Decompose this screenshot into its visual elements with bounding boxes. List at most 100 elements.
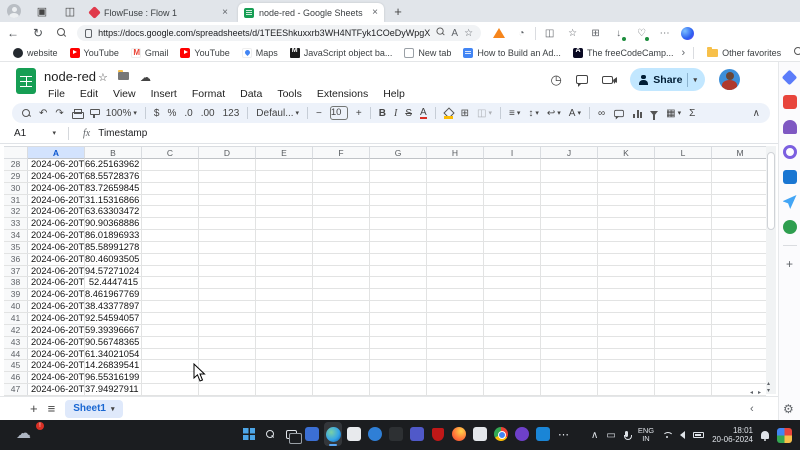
comments-icon[interactable] xyxy=(576,72,588,87)
row-header-43[interactable]: 43 xyxy=(4,337,28,348)
empty-cells[interactable] xyxy=(142,313,766,324)
bookmark-new-tab[interactable]: New tab xyxy=(399,48,456,58)
cell-b28[interactable]: 66.25163962 xyxy=(85,159,142,170)
desktop-app-icon[interactable] xyxy=(303,422,321,446)
empty-cells[interactable] xyxy=(142,384,766,395)
empty-cells[interactable] xyxy=(142,266,766,277)
sheet-tab-sheet1[interactable]: Sheet1 ▾ xyxy=(65,400,122,418)
cell-b44[interactable]: 61.34021054 xyxy=(85,349,142,360)
row-header-30[interactable]: 30 xyxy=(4,183,28,194)
empty-cells[interactable] xyxy=(142,372,766,383)
column-header-m[interactable]: M xyxy=(712,146,766,159)
cell-b38[interactable]: 52.4447415 xyxy=(85,277,142,288)
clock[interactable]: 18:0120-06-2024 xyxy=(712,426,753,444)
tray-device-icon[interactable]: ▭ xyxy=(606,430,615,441)
edge-icon[interactable] xyxy=(324,422,342,446)
teams-icon[interactable] xyxy=(408,422,426,446)
read-aloud-icon[interactable]: A xyxy=(451,28,458,39)
cell-b40[interactable]: 38.43377897 xyxy=(85,301,142,312)
undo-button[interactable]: ↶ xyxy=(39,108,47,119)
wifi-icon[interactable] xyxy=(662,432,672,439)
row-header-32[interactable]: 32 xyxy=(4,206,28,217)
user-avatar[interactable] xyxy=(719,69,740,90)
menu-edit[interactable]: Edit xyxy=(74,87,104,101)
formula-input[interactable]: Timestamp xyxy=(98,128,147,139)
empty-cells[interactable] xyxy=(142,195,766,206)
cell-b37[interactable]: 94.57271024 xyxy=(85,266,142,277)
text-rotation-button[interactable]: A▾ xyxy=(569,108,581,119)
cell-a36[interactable]: 2024-06-20T12:2 xyxy=(28,254,85,265)
rewards-icon[interactable] xyxy=(366,422,384,446)
cell-a38[interactable]: 2024-06-20T12:2 xyxy=(28,277,85,288)
store-icon[interactable] xyxy=(345,422,363,446)
url-field[interactable]: https://docs.google.com/spreadsheets/d/1… xyxy=(77,25,481,41)
empty-cells[interactable] xyxy=(142,277,766,288)
column-header-g[interactable]: G xyxy=(370,146,427,159)
cell-b33[interactable]: 90.90368886 xyxy=(85,218,142,229)
bookmark-the-freecodecamp[interactable]: The freeCodeCamp... xyxy=(568,48,679,58)
metamask-extension-icon[interactable] xyxy=(491,26,506,41)
menu-data[interactable]: Data xyxy=(234,87,268,101)
insert-chart-button[interactable] xyxy=(633,109,642,118)
zoom-out-icon[interactable] xyxy=(436,27,445,39)
empty-cells[interactable] xyxy=(142,183,766,194)
tab-actions-icon[interactable]: ◫ xyxy=(62,3,78,19)
taskbar-more-icon[interactable]: ⋯ xyxy=(555,422,573,446)
menu-help[interactable]: Help xyxy=(377,87,411,101)
meet-video-icon[interactable]: ▾ xyxy=(602,72,617,87)
scroll-down-icon[interactable]: ▾ xyxy=(767,388,770,394)
merge-cells-button[interactable]: ◫▾ xyxy=(477,108,492,119)
sidebar-add-icon[interactable]: + xyxy=(786,257,793,271)
empty-cells[interactable] xyxy=(142,159,766,170)
bookmarks-overflow-icon[interactable]: › xyxy=(681,47,685,59)
empty-cells[interactable] xyxy=(142,337,766,348)
workspaces-icon[interactable]: ▣ xyxy=(34,3,50,19)
bookmark-website[interactable]: website xyxy=(8,48,63,58)
bold-button[interactable]: B xyxy=(379,108,386,119)
mcafee-icon[interactable] xyxy=(429,422,447,446)
cell-b32[interactable]: 63.63303472 xyxy=(85,206,142,217)
url-text[interactable]: https://docs.google.com/spreadsheets/d/1… xyxy=(98,28,430,38)
split-screen-icon[interactable]: ◫ xyxy=(542,26,557,41)
cell-a39[interactable]: 2024-06-20T12:2 xyxy=(28,289,85,300)
vertical-scrollbar-thumb[interactable] xyxy=(767,152,775,230)
chrome-icon[interactable] xyxy=(492,422,510,446)
column-header-l[interactable]: L xyxy=(655,146,712,159)
search-icon[interactable] xyxy=(57,27,66,39)
cell-b46[interactable]: 96.55316199 xyxy=(85,372,142,383)
row-header-39[interactable]: 39 xyxy=(4,289,28,300)
scroll-up-icon[interactable]: ▴ xyxy=(767,381,770,387)
cell-b42[interactable]: 59.39396667 xyxy=(85,325,142,336)
font-size-input[interactable]: 10 xyxy=(330,106,348,120)
cell-a41[interactable]: 2024-06-20T12:2 xyxy=(28,313,85,324)
document-title[interactable]: node-red xyxy=(44,69,96,84)
column-header-f[interactable]: F xyxy=(313,146,370,159)
extension-icon[interactable]: ◔ xyxy=(514,26,529,41)
cell-a47[interactable]: 2024-06-20T12:2 xyxy=(28,384,85,395)
print-button[interactable] xyxy=(72,109,82,118)
refresh-button[interactable]: ↻ xyxy=(33,27,43,39)
language-indicator[interactable]: ENGIN xyxy=(638,427,654,443)
cell-a40[interactable]: 2024-06-20T12:2 xyxy=(28,301,85,312)
row-header-45[interactable]: 45 xyxy=(4,360,28,371)
row-header-31[interactable]: 31 xyxy=(4,195,28,206)
github-desktop-icon[interactable] xyxy=(513,422,531,446)
row-header-41[interactable]: 41 xyxy=(4,313,28,324)
paint-format-button[interactable] xyxy=(90,109,98,118)
row-header-36[interactable]: 36 xyxy=(4,254,28,265)
tab-flowfuse[interactable]: FlowFuse : Flow 1 × xyxy=(84,3,234,22)
microphone-icon[interactable] xyxy=(624,431,630,440)
row-header-47[interactable]: 47 xyxy=(4,384,28,395)
green-tree-icon[interactable] xyxy=(783,220,797,234)
google-sheets-logo[interactable] xyxy=(16,68,36,94)
row-header-29[interactable]: 29 xyxy=(4,171,28,182)
cell-a32[interactable]: 2024-06-20T12:2 xyxy=(28,206,85,217)
functions-button[interactable]: Σ xyxy=(689,108,695,119)
row-header-38[interactable]: 38 xyxy=(4,277,28,288)
row-header-46[interactable]: 46 xyxy=(4,372,28,383)
column-header-j[interactable]: J xyxy=(541,146,598,159)
vscode-icon[interactable] xyxy=(534,422,552,446)
select-all-corner[interactable] xyxy=(4,146,28,159)
borders-button[interactable]: ⊞ xyxy=(461,108,469,119)
decrease-font-size-button[interactable]: − xyxy=(316,108,322,119)
